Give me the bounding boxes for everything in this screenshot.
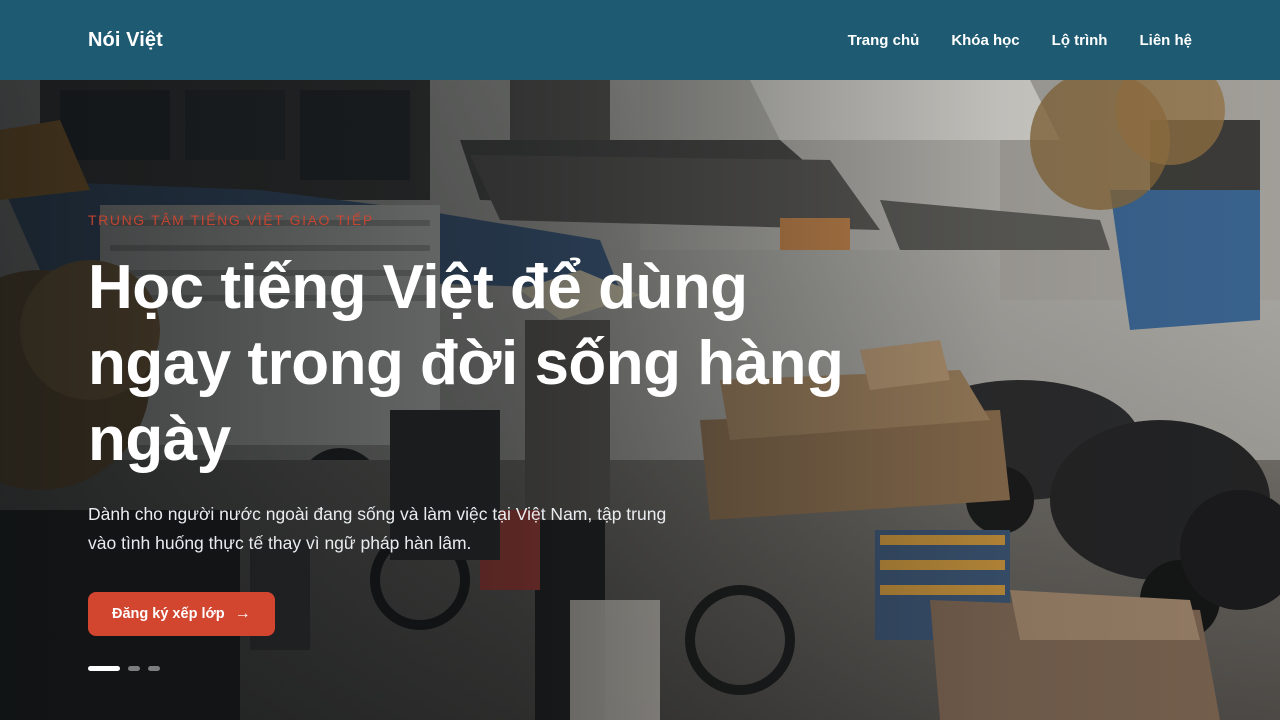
hero-eyebrow: TRUNG TÂM TIẾNG VIỆT GIAO TIẾP: [88, 212, 374, 228]
site-header: Nói Việt Trang chủ Khóa học Lộ trình Liê…: [0, 0, 1280, 80]
slide-dot-2[interactable]: [128, 666, 140, 671]
register-button-label: Đăng ký xếp lớp: [112, 606, 225, 622]
slide-dot-3[interactable]: [148, 666, 160, 671]
hero-headline: Học tiếng Việt để dùng ngay trong đời số…: [88, 253, 844, 474]
nav-contact-link[interactable]: Liên hệ: [1139, 32, 1192, 49]
nav-roadmap-link[interactable]: Lộ trình: [1052, 32, 1108, 49]
hero-lead: Dành cho người nước ngoài đang sống và l…: [88, 504, 667, 553]
slide-dot-1[interactable]: [88, 666, 120, 671]
hero-content: TRUNG TÂM TIẾNG VIỆT GIAO TIẾP Học tiếng…: [88, 212, 908, 636]
hero-section: TRUNG TÂM TIẾNG VIỆT GIAO TIẾP Học tiếng…: [0, 80, 1280, 720]
register-button[interactable]: Đăng ký xếp lớp →: [88, 592, 275, 636]
nav-home-link[interactable]: Trang chủ: [848, 32, 920, 49]
brand-logo[interactable]: Nói Việt: [88, 29, 163, 52]
main-nav: Trang chủ Khóa học Lộ trình Liên hệ: [848, 32, 1192, 49]
arrow-right-icon: →: [234, 605, 251, 622]
nav-courses-link[interactable]: Khóa học: [951, 32, 1019, 49]
slider-dots: [88, 666, 160, 671]
